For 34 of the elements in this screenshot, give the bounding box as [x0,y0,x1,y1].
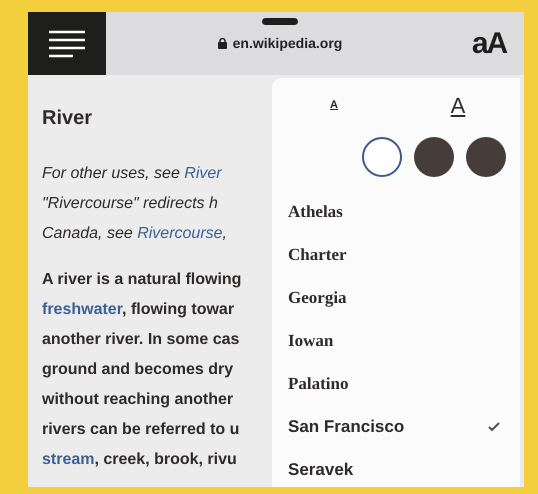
font-option[interactable]: Iowan [288,319,500,362]
article-line: another river. In some cas [42,330,240,350]
article-line: rivers can be referred to u [42,420,240,440]
article-link[interactable]: stream [42,451,94,468]
menu-icon [47,28,87,58]
font-option[interactable]: San Francisco [288,405,500,448]
theme-swatch[interactable] [362,137,402,177]
article-link[interactable]: freshwater [42,301,122,318]
article-line: A river is a natural flowing [42,270,242,290]
url-text: en.wikipedia.org [232,34,342,53]
theme-swatch[interactable] [466,137,506,177]
article-line: without reaching another [42,390,234,410]
decrease-font-button[interactable]: A [272,78,396,132]
article-title: River [42,106,94,131]
article-line: stream, creek, brook, rivu [42,450,238,470]
article-line: ground and becomes dry [42,360,234,380]
article-line: For other uses, see River [42,164,223,184]
article-link[interactable]: Rivercourse [137,225,223,242]
lock-icon [218,38,227,49]
menu-button[interactable] [28,12,106,75]
text-settings-button[interactable]: aA [454,12,524,75]
address-bar[interactable]: en.wikipedia.org [218,33,342,54]
article-link[interactable]: River [184,165,222,182]
font-option[interactable]: Georgia [288,276,500,319]
article-line: "Rivercourse" redirects h [42,194,219,214]
font-option[interactable]: Seravek [288,448,500,487]
article-line: freshwater, flowing towar [42,300,236,320]
drag-handle [262,18,298,25]
article-line: Canada, see Rivercourse, [42,224,228,244]
theme-swatch[interactable] [414,137,454,177]
increase-font-button[interactable]: A [396,78,520,132]
font-option[interactable]: Charter [288,233,500,276]
font-option[interactable]: Athelas [288,190,500,233]
font-option[interactable]: Palatino [288,362,500,405]
